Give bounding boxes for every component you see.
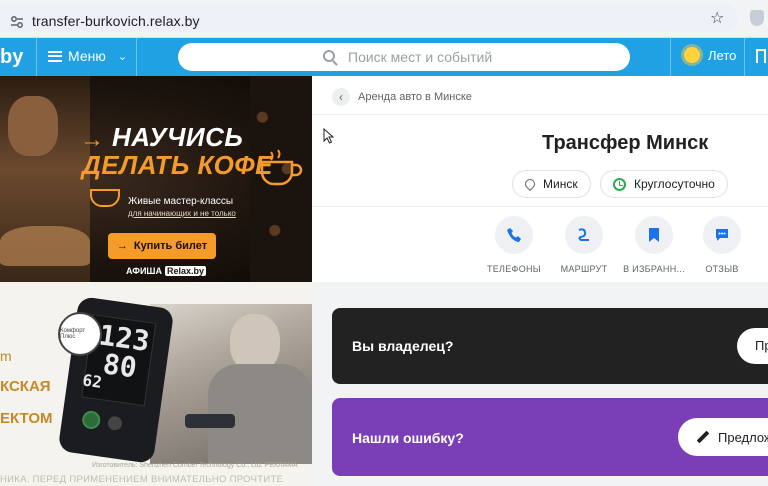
ad-headline-2: ДЕЛАТЬ КОФЕ [82, 150, 273, 180]
browser-address-bar: transfer-burkovich.relax.by ☆ [0, 0, 768, 38]
place-card: ‹ Аренда авто в Минске Трансфер Минск Ми… [312, 76, 768, 282]
city-label: Минск [543, 177, 578, 191]
ad-warning: НИКА. ПЕРЕД ПРИМЕНЕНИЕМ ВНИМАТЕЛЬНО ПРОЧ… [0, 474, 284, 486]
url-text: transfer-burkovich.relax.by [32, 13, 200, 29]
search-icon [323, 50, 335, 62]
suggest-edit-label: Предлож [718, 429, 768, 445]
search-input[interactable]: Поиск мест и событий [178, 43, 630, 71]
season-button[interactable]: Лето [684, 47, 736, 63]
site-logo[interactable]: by [0, 46, 23, 69]
comment-icon [703, 216, 741, 254]
header-divider [670, 38, 671, 76]
breadcrumb-link[interactable]: Аренда авто в Минске [358, 91, 472, 103]
portafilter-icon [90, 189, 120, 207]
coffee-ad-banner[interactable]: → НАУЧИСЬ ДЕЛАТЬ КОФЕ Живые мастер-класс… [0, 76, 312, 282]
coffee-cup-icon [260, 149, 303, 186]
pencil-icon [696, 430, 710, 444]
power-button-icon [81, 409, 102, 431]
ad-text-fragment: m [0, 348, 12, 364]
chevron-left-icon[interactable]: ‹ [332, 88, 350, 106]
ad-maker-note: Изготовитель: Shenzhen Combei Technology… [92, 462, 298, 469]
season-label: Лето [708, 47, 737, 63]
menu-label: Меню [68, 48, 106, 64]
main-content: ‹ Аренда авто в Минске Трансфер Минск Ми… [312, 76, 768, 486]
bookmark-star-icon[interactable]: ☆ [710, 8, 724, 28]
header-divider [36, 38, 37, 76]
action-route[interactable]: Маршрут [546, 216, 622, 274]
clock-icon [613, 177, 626, 191]
woman-photo [150, 304, 312, 464]
action-favorites[interactable]: В избранн... [616, 216, 692, 274]
ad-text-line-1: КСКАЯ [0, 378, 51, 395]
header-divider [136, 38, 137, 76]
ad-headline-1: НАУЧИСЬ [112, 122, 244, 152]
hamburger-icon [48, 50, 62, 62]
phone-icon [495, 216, 533, 254]
chevron-down-icon: ⌄ [117, 50, 128, 63]
search-placeholder: Поиск мест и событий [348, 49, 493, 65]
owner-question: Вы владелец? [352, 338, 454, 354]
buy-ticket-label: Купить билет [133, 240, 208, 252]
owner-button[interactable]: Пр [737, 328, 768, 364]
city-chip[interactable]: Минск [512, 170, 591, 198]
route-icon [565, 216, 603, 254]
location-pin-icon [522, 176, 538, 192]
sun-icon [684, 47, 700, 63]
site-header: by Меню ⌄ Поиск мест и событий Лето [0, 38, 768, 76]
action-phones[interactable]: Телефоны [476, 216, 552, 274]
breadcrumb[interactable]: ‹ Аренда авто в Минске [332, 88, 472, 106]
extension-shield-icon[interactable] [750, 10, 764, 26]
barista-photo [0, 76, 90, 282]
ad-subtitle: Живые мастер-классы [128, 196, 234, 207]
hours-chip[interactable]: Круглосуточно [600, 170, 728, 198]
comfort-badge: Комфорт Плюс [58, 312, 102, 356]
ad-column: → НАУЧИСЬ ДЕЛАТЬ КОФЕ Живые мастер-класс… [0, 76, 312, 486]
action-review[interactable]: Отзыв [684, 216, 760, 274]
bookmark-icon [635, 216, 673, 254]
hours-label: Круглосуточно [634, 177, 715, 191]
error-question: Нашли ошибку? [352, 430, 464, 446]
ad-subtitle-small: для начинающих и не только [128, 209, 236, 218]
report-error-block: Нашли ошибку? Предлож [332, 398, 768, 476]
ad-text-line-2: ЕКТОМ [0, 410, 53, 427]
arrow-right-icon: → [116, 240, 128, 252]
header-divider [744, 38, 745, 76]
owner-block: Вы владелец? Пр [332, 308, 768, 384]
site-settings-icon[interactable] [10, 15, 24, 29]
page-title: Трансфер Минск [542, 132, 709, 154]
mouse-cursor-icon [323, 128, 335, 144]
menu-button[interactable]: Меню ⌄ [48, 48, 127, 64]
suggest-edit-button[interactable]: Предлож [678, 418, 768, 456]
blood-pressure-ad-banner[interactable]: m КСКАЯ ЕКТОМ 123 80 62 Комфорт Плюс Изг… [0, 282, 312, 486]
afisha-brand: АФИША Relax.by [126, 266, 207, 276]
url-field[interactable]: transfer-burkovich.relax.by [0, 4, 738, 32]
buy-ticket-button[interactable]: → Купить билет [108, 233, 216, 259]
favorites-icon[interactable] [756, 49, 766, 63]
